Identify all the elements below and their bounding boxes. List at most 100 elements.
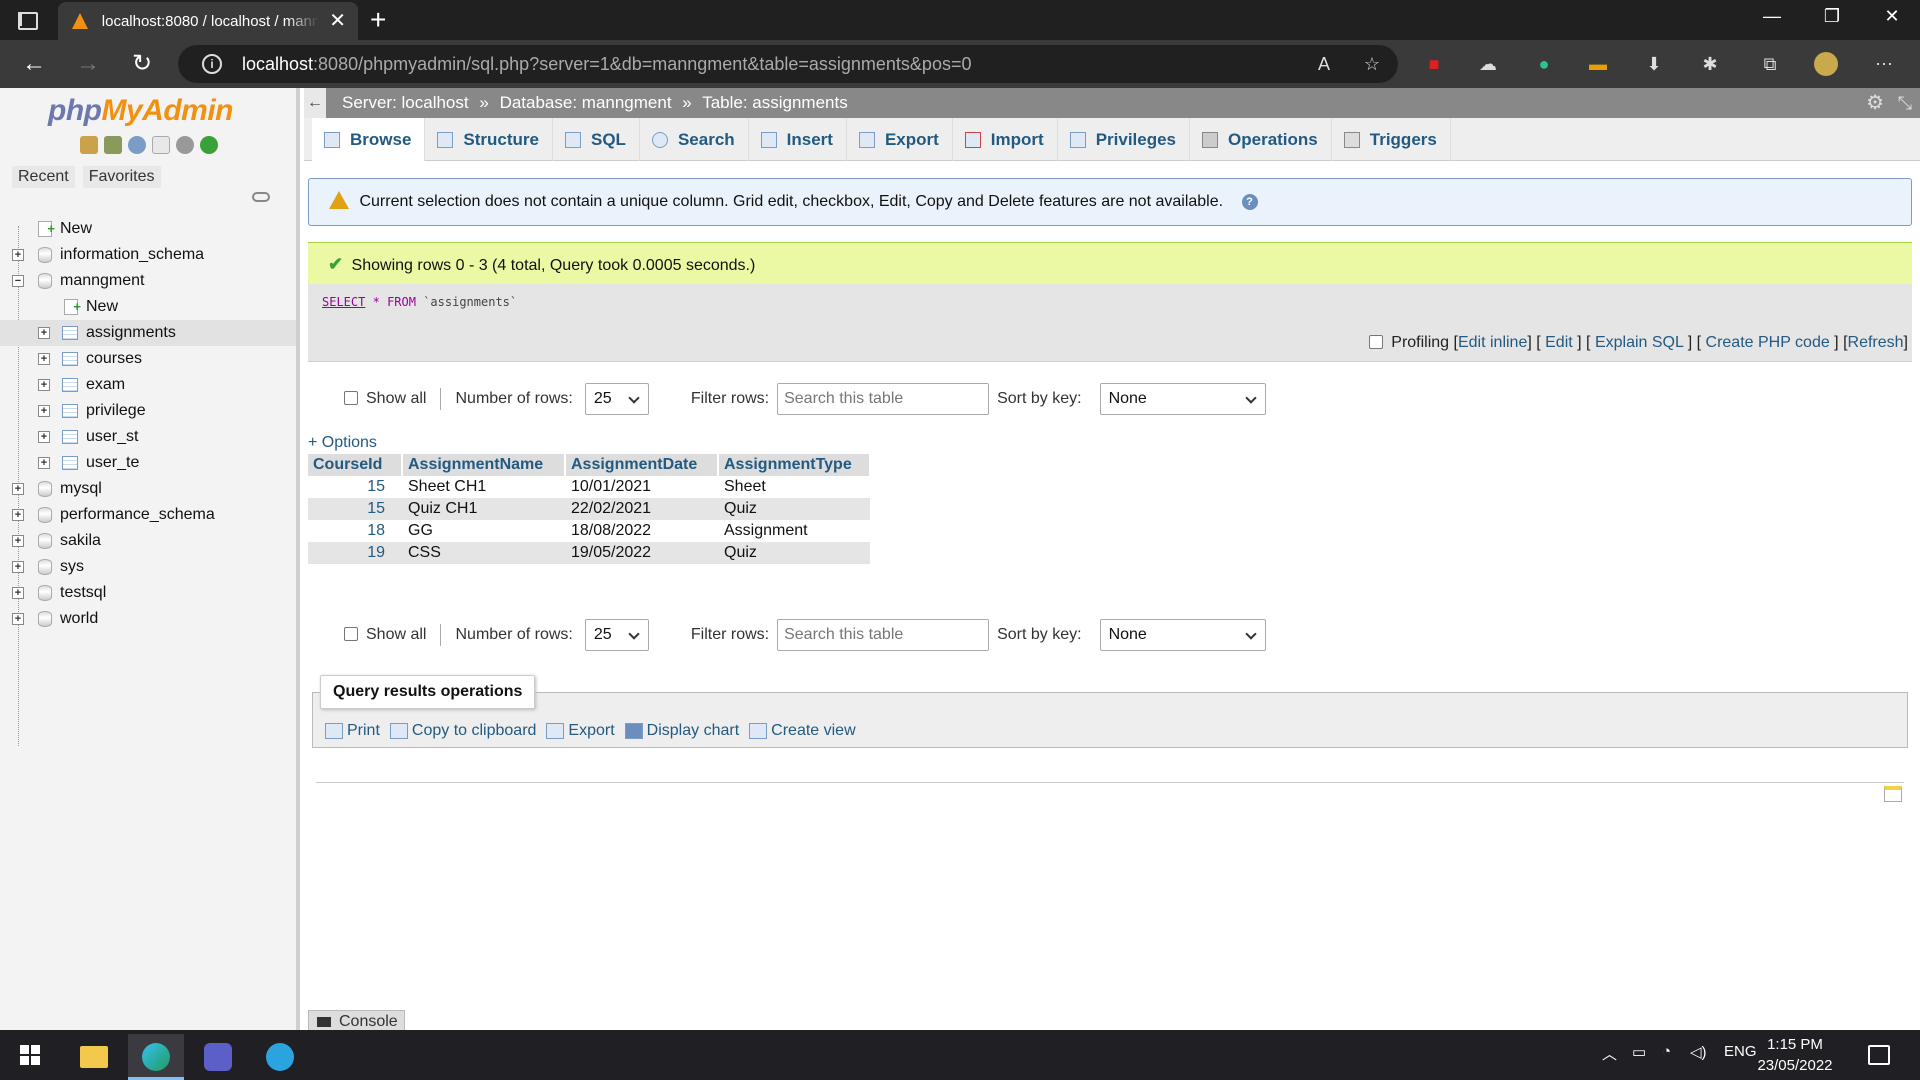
tree-item-performance-schema[interactable]: + performance_schema bbox=[0, 502, 296, 528]
tree-item-testsql[interactable]: + testsql bbox=[0, 580, 296, 606]
number-of-rows-select[interactable]: 25 bbox=[584, 619, 649, 651]
cell-courseid[interactable]: 18 bbox=[308, 520, 402, 542]
reload-icon[interactable]: ↻ bbox=[132, 50, 152, 78]
filter-rows-input[interactable] bbox=[777, 383, 990, 415]
cell-courseid[interactable]: 19 bbox=[308, 542, 402, 564]
tab-import[interactable]: Import bbox=[953, 118, 1058, 161]
column-header-courseid[interactable]: CourseId bbox=[308, 454, 403, 476]
phpmyadmin-logo[interactable]: phpMyAdmin bbox=[48, 94, 233, 128]
recent-tab[interactable]: Recent bbox=[12, 166, 75, 188]
column-header-assignmentname[interactable]: AssignmentName bbox=[402, 454, 566, 476]
column-header-assignmentdate[interactable]: AssignmentDate bbox=[565, 454, 719, 476]
edit-inline-link[interactable]: Edit inline bbox=[1458, 334, 1527, 351]
collections-icon[interactable]: ⧉ bbox=[1758, 52, 1782, 76]
sort-by-key-select[interactable]: None bbox=[1099, 383, 1266, 415]
create-php-code-link[interactable]: Create PHP code bbox=[1706, 334, 1830, 351]
read-aloud-icon[interactable]: A bbox=[1312, 52, 1336, 76]
tree-item-manngment-new[interactable]: New bbox=[0, 294, 296, 320]
forward-icon[interactable]: → bbox=[76, 50, 100, 78]
tree-item-information-schema[interactable]: + information_schema bbox=[0, 242, 296, 268]
back-icon[interactable]: ← bbox=[22, 50, 46, 78]
notifications-icon[interactable] bbox=[1868, 1045, 1890, 1065]
tab-triggers[interactable]: Triggers bbox=[1332, 118, 1451, 161]
settings-gear-icon[interactable]: ⚙ bbox=[1866, 88, 1884, 118]
grammarly-icon[interactable]: ● bbox=[1532, 52, 1556, 76]
cell-courseid[interactable]: 15 bbox=[308, 498, 402, 520]
favorites-tab[interactable]: Favorites bbox=[82, 166, 161, 188]
expand-icon[interactable]: + bbox=[38, 327, 50, 339]
sort-by-key-select[interactable]: None bbox=[1099, 619, 1266, 651]
tab-search[interactable]: Search bbox=[640, 118, 749, 161]
tree-item-sakila[interactable]: + sakila bbox=[0, 528, 296, 554]
expand-icon[interactable]: + bbox=[12, 249, 24, 261]
close-window-icon[interactable]: ✕ bbox=[1872, 6, 1912, 27]
collapse-top-icon[interactable]: ⤡ bbox=[1898, 88, 1912, 118]
sql-keyword-select[interactable]: SELECT bbox=[322, 295, 365, 309]
column-header-assignmenttype[interactable]: AssignmentType bbox=[718, 454, 871, 476]
tab-privileges[interactable]: Privileges bbox=[1058, 118, 1191, 161]
tree-item-mysql[interactable]: + mysql bbox=[0, 476, 296, 502]
volume-icon[interactable]: ◁) bbox=[1690, 1043, 1707, 1061]
expand-icon[interactable]: + bbox=[12, 509, 24, 521]
browser-tab[interactable]: localhost:8080 / localhost / manngment ✕ bbox=[58, 2, 358, 40]
show-all-checkbox[interactable] bbox=[344, 391, 358, 405]
windows-start-icon[interactable] bbox=[20, 1045, 40, 1065]
battery-icon[interactable]: ▭ bbox=[1632, 1043, 1646, 1061]
site-info-icon[interactable]: i bbox=[202, 54, 222, 74]
display-chart-link[interactable]: Display chart bbox=[624, 715, 739, 747]
tree-item-table-courses[interactable]: + courses bbox=[0, 346, 296, 372]
tab-insert[interactable]: Insert bbox=[749, 118, 847, 161]
tree-item-table-user-st[interactable]: + user_st bbox=[0, 424, 296, 450]
taskbar-teams[interactable] bbox=[190, 1034, 246, 1080]
help-icon[interactable]: ? bbox=[1241, 193, 1258, 210]
extension-icon[interactable]: ▬ bbox=[1586, 52, 1610, 76]
tree-item-new[interactable]: New bbox=[0, 216, 296, 242]
download-icon[interactable]: ⬇ bbox=[1642, 52, 1666, 76]
favorite-icon[interactable]: ☆ bbox=[1360, 52, 1384, 76]
breadcrumb-database[interactable]: Database: manngment bbox=[500, 93, 672, 112]
filter-rows-input[interactable] bbox=[777, 619, 990, 651]
expand-icon[interactable]: + bbox=[12, 483, 24, 495]
collapse-icon[interactable]: − bbox=[12, 275, 24, 287]
reload-nav-icon[interactable] bbox=[200, 136, 218, 154]
refresh-link[interactable]: Refresh bbox=[1848, 334, 1904, 351]
expand-icon[interactable]: + bbox=[12, 613, 24, 625]
expand-icon[interactable]: + bbox=[38, 379, 50, 391]
tree-item-table-privilege[interactable]: + privilege bbox=[0, 398, 296, 424]
close-tab-icon[interactable]: ✕ bbox=[329, 11, 346, 31]
tree-item-manngment[interactable]: − manngment bbox=[0, 268, 296, 294]
tree-item-table-user-te[interactable]: + user_te bbox=[0, 450, 296, 476]
expand-icon[interactable]: + bbox=[38, 431, 50, 443]
export-link[interactable]: Export bbox=[546, 715, 615, 747]
taskbar-clock[interactable]: 1:15 PM 23/05/2022 bbox=[1756, 1034, 1834, 1076]
logout-icon[interactable] bbox=[104, 136, 122, 154]
edit-link[interactable]: Edit bbox=[1545, 334, 1573, 351]
tree-item-table-assignments[interactable]: + assignments bbox=[0, 320, 296, 346]
tree-item-world[interactable]: + world bbox=[0, 606, 296, 632]
extensions-puzzle-icon[interactable]: ✱ bbox=[1698, 52, 1722, 76]
minimize-icon[interactable]: — bbox=[1752, 6, 1792, 27]
show-all-checkbox[interactable] bbox=[344, 627, 358, 641]
taskbar-file-explorer[interactable] bbox=[66, 1034, 122, 1080]
expand-icon[interactable]: + bbox=[38, 353, 50, 365]
language-indicator[interactable]: ENG bbox=[1724, 1043, 1757, 1060]
settings-gear-icon[interactable] bbox=[176, 136, 194, 154]
restore-icon[interactable]: ❐ bbox=[1812, 6, 1852, 27]
breadcrumb-server[interactable]: Server: localhost bbox=[342, 93, 469, 112]
tab-sql[interactable]: SQL bbox=[553, 118, 640, 161]
more-menu-icon[interactable]: ⋯ bbox=[1872, 52, 1896, 76]
extension-cloud-icon[interactable]: ☁ bbox=[1476, 52, 1500, 76]
wifi-icon[interactable]: ◔ bbox=[1662, 1043, 1671, 1060]
tab-structure[interactable]: Structure bbox=[425, 118, 553, 161]
tab-actions-icon[interactable] bbox=[14, 8, 38, 32]
tab-export[interactable]: Export bbox=[847, 118, 953, 161]
profile-avatar[interactable] bbox=[1814, 52, 1838, 76]
link-with-main-icon[interactable] bbox=[252, 192, 270, 202]
url-field[interactable]: i localhost:8080/phpmyadmin/sql.php?serv… bbox=[178, 45, 1398, 83]
create-view-link[interactable]: Create view bbox=[749, 715, 856, 747]
expand-icon[interactable]: + bbox=[12, 535, 24, 547]
console-toggle[interactable]: Console bbox=[308, 1010, 405, 1032]
print-link[interactable]: Print bbox=[325, 715, 380, 747]
tray-overflow-icon[interactable]: ︿ bbox=[1602, 1043, 1617, 1064]
tree-item-sys[interactable]: + sys bbox=[0, 554, 296, 580]
